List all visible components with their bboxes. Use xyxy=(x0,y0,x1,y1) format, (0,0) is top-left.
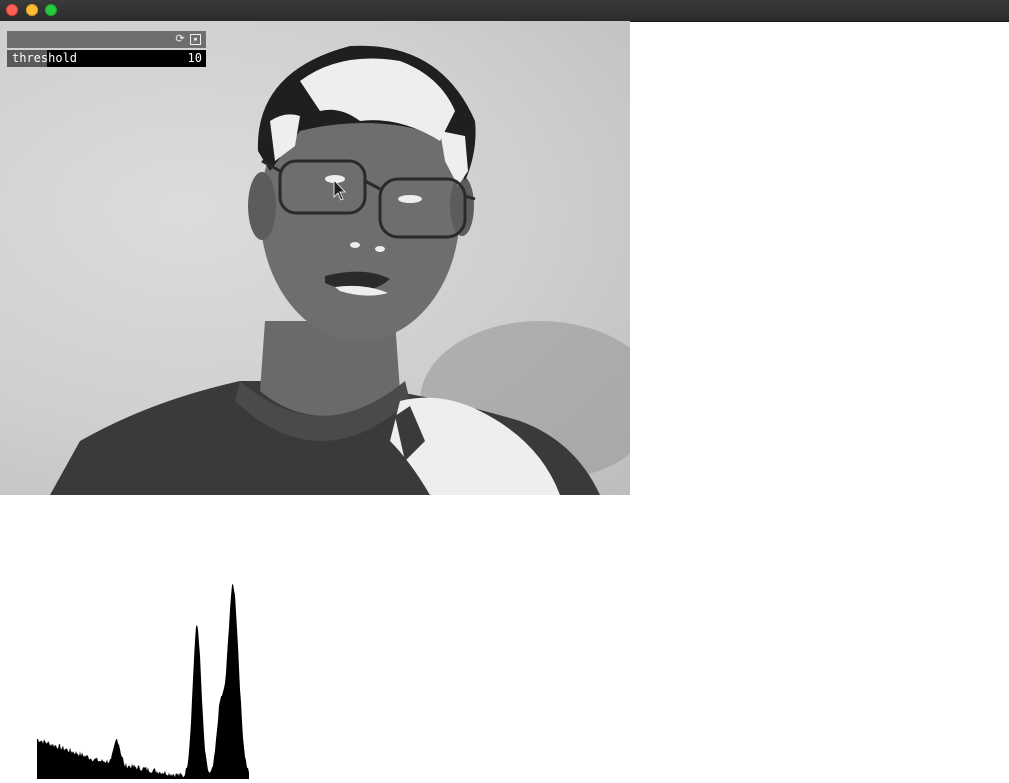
camera-view xyxy=(0,21,630,495)
save-icon[interactable]: ▪ xyxy=(190,34,201,45)
histogram-plot xyxy=(37,584,249,779)
window-maximize-button[interactable] xyxy=(45,4,57,16)
window-close-button[interactable] xyxy=(6,4,18,16)
thresholded-camera-image xyxy=(50,45,630,495)
brightness-histogram xyxy=(0,560,630,779)
histogram-bars xyxy=(37,584,249,779)
window-titlebar xyxy=(0,0,1009,22)
threshold-slider[interactable]: threshold 10 xyxy=(7,50,206,67)
threshold-slider-value: 10 xyxy=(187,51,202,65)
refresh-icon[interactable]: ⟳ xyxy=(174,33,186,45)
threshold-slider-label: threshold xyxy=(12,51,78,65)
gui-panel: ⟳ ▪ threshold 10 xyxy=(7,31,206,69)
gui-panel-header[interactable]: ⟳ ▪ xyxy=(7,31,206,48)
window-minimize-button[interactable] xyxy=(26,4,38,16)
